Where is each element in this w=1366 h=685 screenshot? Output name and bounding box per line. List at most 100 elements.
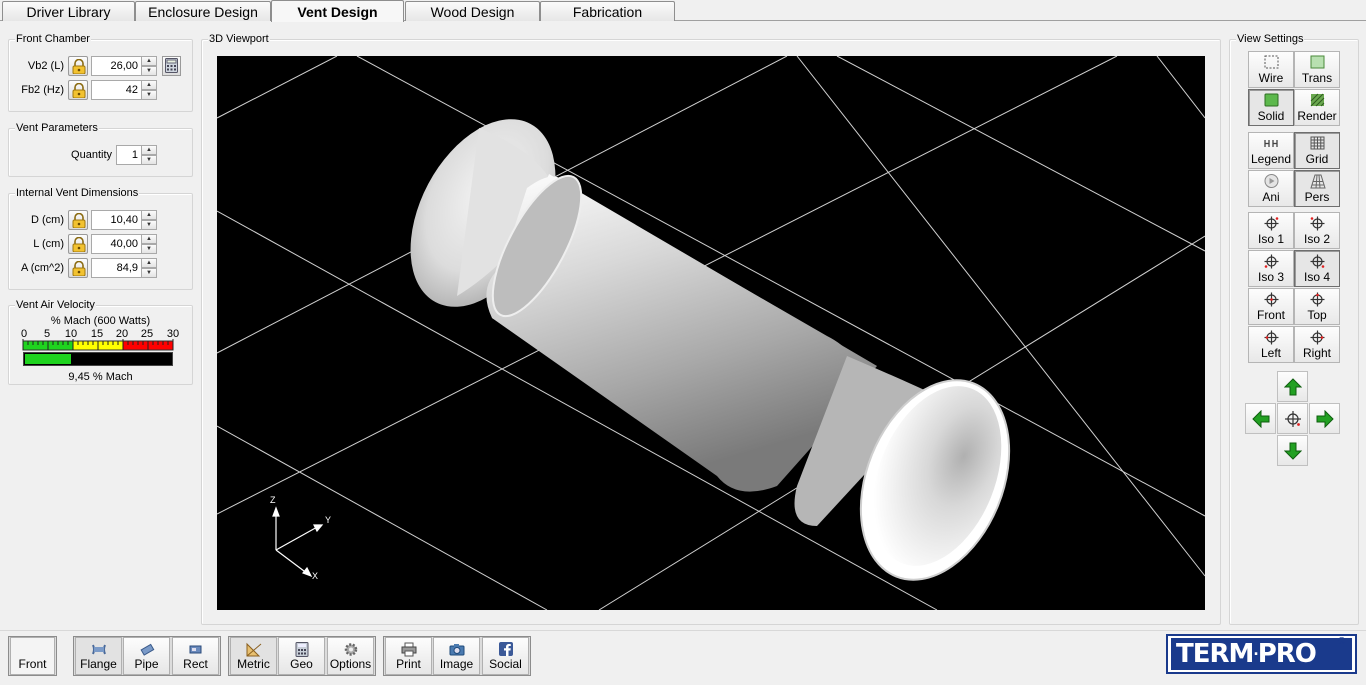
gear-icon — [344, 643, 357, 656]
grid-button[interactable]: Grid — [1294, 132, 1340, 169]
iso2-button[interactable]: Iso 2 — [1294, 212, 1340, 249]
diameter-label: D (cm) — [31, 214, 64, 226]
tab-vent-design[interactable]: Vent Design — [271, 0, 404, 22]
length-up-button[interactable]: ▲ — [141, 234, 157, 244]
legend-button[interactable]: Legend — [1248, 132, 1294, 169]
registered-mark: ® — [1338, 636, 1346, 647]
fb2-input[interactable]: 42 — [91, 80, 142, 100]
top-view-button[interactable]: Top — [1294, 288, 1340, 325]
iso3-button[interactable]: Iso 3 — [1248, 250, 1294, 287]
fb2-up-button[interactable]: ▲ — [141, 80, 157, 90]
solid-button[interactable]: Solid — [1248, 89, 1294, 126]
vb2-lock-button[interactable] — [68, 56, 88, 76]
animate-button[interactable]: Ani — [1248, 170, 1294, 207]
fb2-down-button[interactable]: ▼ — [141, 90, 157, 100]
trans-button[interactable]: Trans — [1294, 51, 1340, 88]
logo-text-left: TERM — [1176, 639, 1254, 669]
quantity-spinner[interactable]: 1 ▲ ▼ — [116, 145, 157, 165]
social-button[interactable]: Social — [482, 637, 529, 675]
term-pro-logo: TERM·PRO ® — [1166, 634, 1357, 674]
arrow-right-icon — [1316, 410, 1334, 428]
mach-level-bar — [23, 352, 173, 366]
length-spinner[interactable]: 40,00 ▲ ▼ — [91, 234, 157, 254]
flange-icon — [91, 644, 106, 655]
area-spinner[interactable]: 84,9 ▲ ▼ — [91, 258, 157, 278]
print-button[interactable]: Print — [385, 637, 432, 675]
calculator-button[interactable] — [162, 56, 181, 76]
pan-right-button[interactable] — [1309, 403, 1340, 434]
logo-text-right: PRO — [1257, 639, 1317, 669]
tab-driver-library[interactable]: Driver Library — [2, 1, 135, 21]
mach-level-fill — [25, 354, 71, 364]
metric-button[interactable]: Metric — [230, 637, 277, 675]
length-label: L (cm) — [33, 238, 64, 250]
vb2-up-button[interactable]: ▲ — [141, 56, 157, 66]
trans-icon — [1310, 55, 1325, 69]
mach-scale-title: % Mach (600 Watts) — [50, 315, 151, 327]
area-input[interactable]: 84,9 — [91, 258, 142, 278]
quantity-up-button[interactable]: ▲ — [141, 145, 157, 155]
printer-icon — [401, 642, 416, 657]
wire-button[interactable]: Wire — [1248, 51, 1294, 88]
geo-button[interactable]: Geo — [278, 637, 325, 675]
lock-icon — [72, 213, 86, 228]
3d-viewport[interactable]: Z Y X — [217, 56, 1205, 610]
perspective-button[interactable]: Pers — [1294, 170, 1340, 207]
vb2-spinner[interactable]: 26,00 ▲ ▼ — [91, 56, 157, 76]
rect-vent-icon — [189, 645, 201, 654]
area-label: A (cm^2) — [20, 262, 64, 274]
vb2-label: Vb2 (L) — [27, 60, 64, 72]
flange-button[interactable]: Flange — [75, 637, 122, 675]
image-button[interactable]: Image — [433, 637, 480, 675]
tab-bar: Driver Library Enclosure Design Vent Des… — [0, 0, 1366, 22]
crosshair-icon — [1264, 330, 1279, 345]
camera-icon — [449, 644, 464, 656]
front-toggle-button[interactable]: Front — [10, 637, 55, 675]
tab-fabrication[interactable]: Fabrication — [540, 1, 675, 21]
pan-down-button[interactable] — [1277, 435, 1308, 466]
render-button[interactable]: Render — [1294, 89, 1340, 126]
area-lock-button[interactable] — [68, 258, 88, 278]
solid-icon — [1264, 93, 1279, 107]
animate-icon — [1264, 174, 1279, 188]
crosshair-icon — [1310, 254, 1325, 269]
lock-icon — [72, 59, 86, 74]
front-view-button[interactable]: Front — [1248, 288, 1294, 325]
length-lock-button[interactable] — [68, 234, 88, 254]
fb2-spinner[interactable]: 42 ▲ ▼ — [91, 80, 157, 100]
right-view-button[interactable]: Right — [1294, 326, 1340, 363]
diameter-lock-button[interactable] — [68, 210, 88, 230]
diameter-spinner[interactable]: 10,40 ▲ ▼ — [91, 210, 157, 230]
area-down-button[interactable]: ▼ — [141, 268, 157, 278]
quantity-input[interactable]: 1 — [116, 145, 142, 165]
pan-up-button[interactable] — [1277, 371, 1308, 402]
diameter-input[interactable]: 10,40 — [91, 210, 142, 230]
pan-left-button[interactable] — [1245, 403, 1276, 434]
lock-icon — [72, 83, 86, 98]
diameter-down-button[interactable]: ▼ — [141, 220, 157, 230]
perspective-icon — [1310, 174, 1326, 189]
vb2-input[interactable]: 26,00 — [91, 56, 142, 76]
length-down-button[interactable]: ▼ — [141, 244, 157, 254]
options-button[interactable]: Options — [327, 637, 374, 675]
vb2-down-button[interactable]: ▼ — [141, 66, 157, 76]
tab-enclosure-design[interactable]: Enclosure Design — [135, 1, 271, 21]
crosshair-icon — [1310, 292, 1325, 307]
vent-air-velocity-title: Vent Air Velocity — [15, 299, 96, 311]
length-input[interactable]: 40,00 — [91, 234, 142, 254]
fb2-lock-button[interactable] — [68, 80, 88, 100]
tab-wood-design[interactable]: Wood Design — [405, 1, 540, 21]
rect-button[interactable]: Rect — [172, 637, 219, 675]
iso4-button[interactable]: Iso 4 — [1294, 250, 1340, 287]
quantity-down-button[interactable]: ▼ — [141, 155, 157, 165]
wire-icon — [1264, 55, 1279, 69]
diameter-up-button[interactable]: ▲ — [141, 210, 157, 220]
iso1-button[interactable]: Iso 1 — [1248, 212, 1294, 249]
pipe-button[interactable]: Pipe — [123, 637, 170, 675]
axis-triad — [272, 506, 324, 578]
quantity-label: Quantity — [71, 149, 112, 161]
left-view-button[interactable]: Left — [1248, 326, 1294, 363]
center-view-button[interactable] — [1277, 403, 1308, 434]
area-up-button[interactable]: ▲ — [141, 258, 157, 268]
arrow-down-icon — [1284, 442, 1302, 460]
